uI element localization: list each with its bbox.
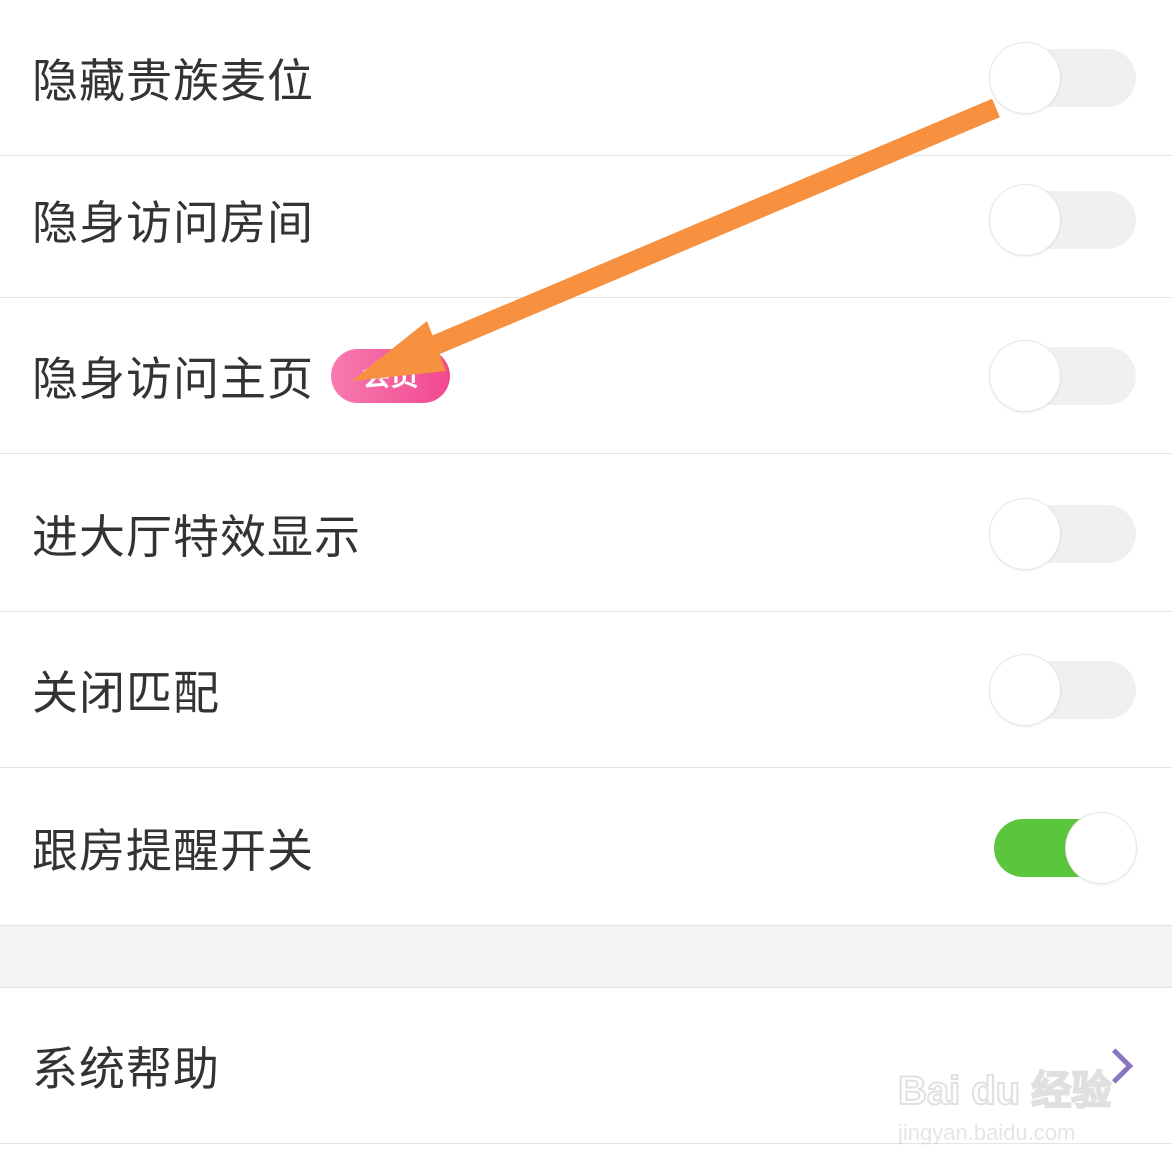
toggle-knob xyxy=(990,340,1060,411)
system-help-label: 系统帮助 xyxy=(32,1041,220,1096)
invisible-visit-profile-toggle[interactable] xyxy=(990,340,1136,411)
toggle-knob xyxy=(1066,812,1136,883)
setting-row-disable-matching: 关闭匹配 xyxy=(0,612,1172,768)
toggle-knob xyxy=(990,654,1060,725)
setting-label: 隐身访问主页 xyxy=(32,351,314,406)
toggle-knob xyxy=(990,498,1060,569)
setting-label: 进大厅特效显示 xyxy=(32,509,361,564)
watermark: Bai du 经验 jingyan.baidu.com xyxy=(897,1040,1118,1160)
setting-label: 关闭匹配 xyxy=(32,665,220,720)
setting-row-invisible-visit-profile: 隐身访问主页 会员 xyxy=(0,298,1172,454)
hide-noble-seat-toggle[interactable] xyxy=(990,42,1136,113)
lobby-effects-toggle[interactable] xyxy=(990,498,1136,569)
setting-label: 跟房提醒开关 xyxy=(32,823,314,878)
watermark-url: jingyan.baidu.com xyxy=(898,1120,1076,1145)
toggle-knob xyxy=(990,184,1060,255)
setting-row-lobby-effects: 进大厅特效显示 xyxy=(0,456,1172,612)
invisible-visit-room-toggle[interactable] xyxy=(990,184,1136,255)
section-divider xyxy=(0,926,1172,988)
watermark-logo: Bai du 经验 xyxy=(897,1068,1112,1114)
setting-row-invisible-visit-room: 隐身访问房间 xyxy=(0,142,1172,298)
setting-row-hide-noble-seat: 隐藏贵族麦位 xyxy=(0,0,1172,156)
setting-label: 隐藏贵族麦位 xyxy=(32,53,314,108)
disable-matching-toggle[interactable] xyxy=(990,654,1136,725)
follow-room-reminder-toggle[interactable] xyxy=(990,812,1136,883)
vip-badge: 会员 xyxy=(331,348,450,403)
setting-row-follow-room-reminder: 跟房提醒开关 xyxy=(0,770,1172,926)
toggle-knob xyxy=(990,42,1060,113)
settings-page: 隐藏贵族麦位 隐身访问房间 隐身访问主页 会员 进大厅特效显示 关闭匹配 跟房提… xyxy=(0,0,1172,1172)
setting-label: 隐身访问房间 xyxy=(32,195,314,250)
